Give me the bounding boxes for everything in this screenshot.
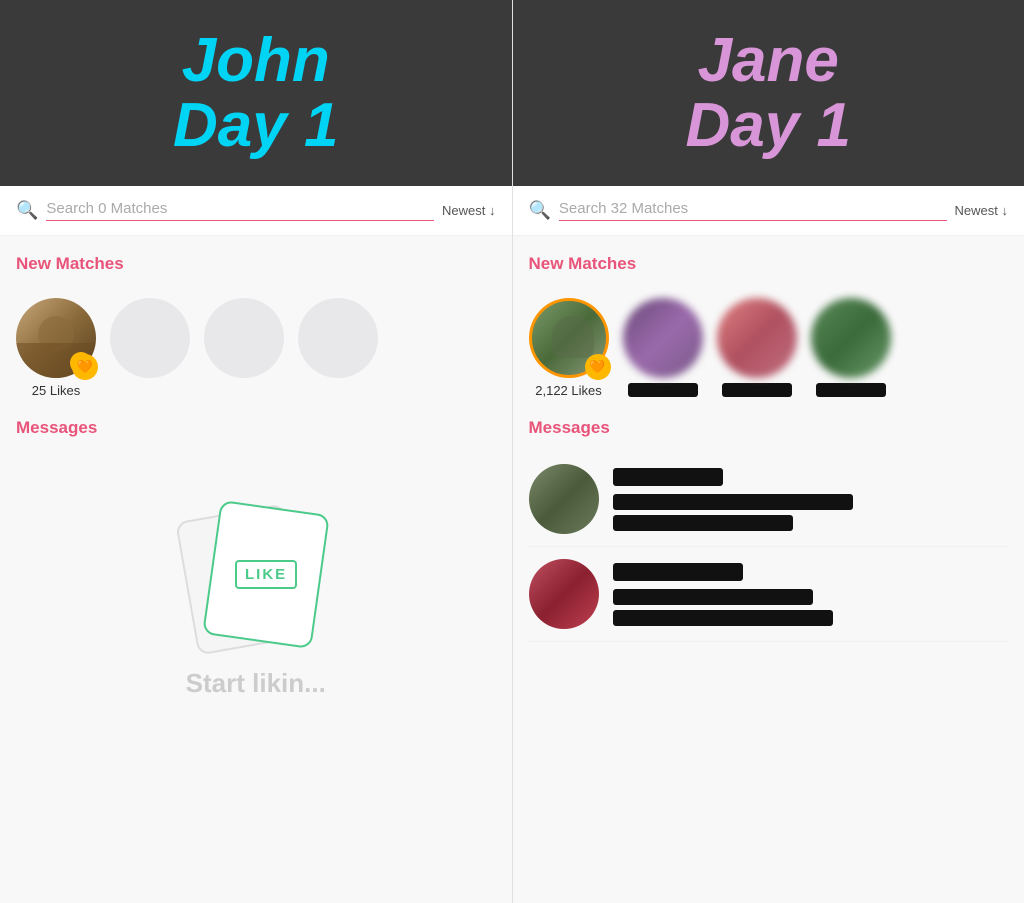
john-matches-row: 🧡 25 Likes: [0, 298, 512, 408]
john-panel: John Day 1 🔍 Search 0 Matches Newest ↓ N…: [0, 0, 513, 903]
jane-messages-title: Messages: [529, 418, 1009, 438]
jane-match-avatar-2: [717, 298, 797, 378]
jane-msg-text-1b: [613, 515, 793, 531]
john-search-bar: 🔍 Search 0 Matches Newest ↓: [0, 186, 512, 236]
john-empty-avatar-3: [298, 298, 378, 378]
jane-msg-content-1: [613, 468, 1009, 531]
jane-new-matches-section: New Matches: [513, 236, 1024, 298]
jane-msg-name-1: [613, 468, 723, 486]
jane-message-1[interactable]: [529, 452, 1009, 547]
john-placeholder-2: [204, 298, 284, 378]
jane-match-2[interactable]: [717, 298, 797, 397]
jane-header: Jane Day 1: [513, 0, 1024, 186]
john-day: Day 1: [173, 91, 338, 160]
john-new-matches-section: New Matches: [0, 236, 512, 298]
jane-title: Jane Day 1: [686, 28, 851, 158]
john-placeholder-1: [110, 298, 190, 378]
jane-match-label-1: [628, 383, 698, 397]
jane-msg-avatar-1: [529, 464, 599, 534]
jane-messages-section: Messages: [513, 408, 1024, 652]
jane-match-avatar-3: [811, 298, 891, 378]
jane-new-matches-title: New Matches: [529, 254, 1009, 274]
jane-msg-text-1a: [613, 494, 853, 510]
jane-message-2[interactable]: [529, 547, 1009, 642]
john-likes-item[interactable]: 🧡 25 Likes: [16, 298, 96, 398]
jane-msg-name-2: [613, 563, 743, 581]
jane-likes-item[interactable]: 🧡 2,122 Likes: [529, 298, 609, 398]
jane-msg-avatar-2: [529, 559, 599, 629]
like-stamp: LIKE: [235, 560, 297, 589]
john-name: John: [182, 26, 330, 95]
jane-name: Jane: [698, 26, 839, 95]
jane-match-3[interactable]: [811, 298, 891, 397]
john-messages-section: Messages: [0, 408, 512, 462]
jane-match-avatar-1: [623, 298, 703, 378]
jane-sort-button[interactable]: Newest ↓: [955, 203, 1008, 218]
jane-likes-label: 2,122 Likes: [535, 383, 602, 398]
jane-match-label-3: [816, 383, 886, 397]
john-empty-avatar-1: [110, 298, 190, 378]
john-empty-avatar-2: [204, 298, 284, 378]
john-sort-button[interactable]: Newest ↓: [442, 203, 495, 218]
john-likes-label: 25 Likes: [32, 383, 80, 398]
john-messages-title: Messages: [16, 418, 496, 438]
john-search-placeholder: Search 0 Matches: [46, 200, 167, 217]
jane-matches-row: 🧡 2,122 Likes: [513, 298, 1024, 408]
card-front: LIKE: [202, 500, 330, 649]
jane-likes-badge: 🧡: [585, 354, 611, 380]
jane-match-1[interactable]: [623, 298, 703, 397]
john-empty-state: LIKE Start likin...: [0, 462, 512, 709]
john-like-cards-illustration: LIKE: [176, 492, 336, 652]
john-search-icon: 🔍: [16, 200, 38, 221]
john-title: John Day 1: [173, 28, 338, 158]
jane-match-label-2: [722, 383, 792, 397]
jane-msg-text-2b: [613, 610, 833, 626]
jane-search-icon: 🔍: [529, 200, 551, 221]
jane-msg-text-2a: [613, 589, 813, 605]
john-likes-badge: 🧡: [72, 354, 98, 380]
john-search-input-area[interactable]: Search 0 Matches: [46, 200, 434, 221]
jane-search-input-area[interactable]: Search 32 Matches: [559, 200, 947, 221]
jane-msg-content-2: [613, 563, 1009, 626]
john-new-matches-title: New Matches: [16, 254, 496, 274]
john-start-hint: Start likin...: [170, 668, 342, 699]
john-placeholder-3: [298, 298, 378, 378]
jane-search-bar: 🔍 Search 32 Matches Newest ↓: [513, 186, 1024, 236]
jane-day: Day 1: [686, 91, 851, 160]
john-header: John Day 1: [0, 0, 512, 186]
jane-search-placeholder: Search 32 Matches: [559, 200, 688, 217]
jane-panel: Jane Day 1 🔍 Search 32 Matches Newest ↓ …: [513, 0, 1024, 903]
